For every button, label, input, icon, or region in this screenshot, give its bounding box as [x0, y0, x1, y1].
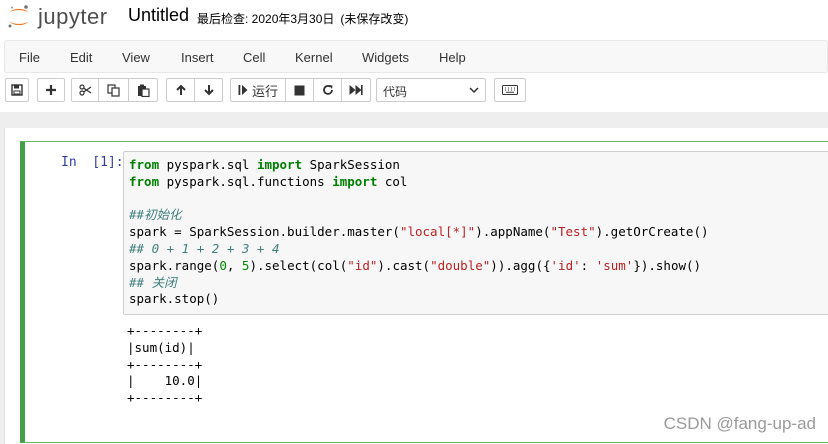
arrow-down-icon: [203, 85, 214, 96]
code-line: spark.stop(): [129, 291, 220, 307]
keyboard-icon: [502, 85, 518, 95]
restart-button[interactable]: [314, 78, 342, 102]
save-button[interactable]: [5, 78, 29, 102]
watermark: CSDN @fang-up-ad: [663, 414, 816, 433]
move-down-button[interactable]: [195, 78, 223, 102]
plus-icon: [46, 85, 56, 95]
code-line: ## 0 + 1 + 2 + 3 + 4: [129, 240, 280, 256]
code-line: spark = SparkSession.builder.master("loc…: [129, 224, 709, 240]
menu-kernel[interactable]: Kernel: [295, 50, 333, 65]
save-icon: [11, 84, 23, 96]
stop-icon: [294, 85, 305, 95]
save-status: (未保存改变): [340, 12, 409, 26]
code-line: ##初始化: [129, 207, 182, 223]
code-text[interactable]: from pyspark.sql import SparkSession from…: [129, 157, 709, 308]
checkpoint-status: 最后检查: 2020年3月30日 (未保存改变): [197, 10, 408, 27]
output-line: +--------+: [127, 323, 203, 338]
cell-type-select[interactable]: 代码: [376, 78, 486, 102]
restart-run-all-button[interactable]: [342, 78, 371, 102]
input-prompt: In [1]:: [61, 155, 124, 170]
arrow-up-icon: [175, 84, 186, 95]
cell-type-value: 代码: [383, 85, 408, 99]
menu-widgets[interactable]: Widgets: [362, 50, 409, 65]
cut-button[interactable]: [71, 78, 99, 102]
menubar: File Edit View Insert Cell Kernel Widget…: [4, 40, 828, 73]
menu-help[interactable]: Help: [439, 50, 466, 65]
code-cell[interactable]: In [1]: from pyspark.sql import SparkSes…: [20, 141, 828, 443]
code-line: from pyspark.sql.functions import col: [129, 173, 408, 189]
output-line: +--------+: [127, 356, 203, 372]
step-forward-icon: [238, 85, 248, 95]
restart-icon: [322, 85, 333, 95]
run-label: 运行: [251, 83, 278, 99]
code-line: from pyspark.sql import SparkSession: [129, 157, 400, 172]
move-up-button[interactable]: [166, 78, 195, 102]
run-button[interactable]: 运行: [230, 78, 286, 102]
insert-cell-button[interactable]: [37, 78, 65, 102]
header: jupyter Untitled 最后检查: 2020年3月30日 (未保存改变): [0, 0, 828, 36]
notebook-container: In [1]: from pyspark.sql import SparkSes…: [0, 112, 828, 444]
menu-insert[interactable]: Insert: [181, 50, 214, 65]
cut-icon: [78, 84, 91, 96]
code-editor[interactable]: from pyspark.sql import SparkSession from…: [123, 151, 828, 315]
paste-button[interactable]: [129, 78, 158, 102]
menu-view[interactable]: View: [122, 50, 150, 65]
menu-cell[interactable]: Cell: [243, 50, 265, 65]
jupyter-logo-icon[interactable]: [6, 4, 32, 30]
menu-file[interactable]: File: [19, 50, 40, 65]
notebook-title[interactable]: Untitled: [128, 5, 189, 26]
checkpoint-label: 最后检查: 2020年3月30日: [197, 12, 335, 26]
fast-forward-icon: [349, 85, 363, 95]
interrupt-button[interactable]: [286, 78, 314, 102]
paste-icon: [137, 84, 150, 97]
output-line: +--------+: [127, 390, 203, 406]
command-palette-button[interactable]: [494, 78, 526, 102]
chevron-down-icon: [469, 87, 479, 94]
code-line: ## 关闭: [129, 274, 177, 290]
menu-edit[interactable]: Edit: [70, 50, 92, 65]
output-line: | 10.0|: [127, 373, 203, 389]
cell-output: +--------+ |sum(id)| +--------+ | 10.0| +---…: [127, 323, 202, 407]
output-line: |sum(id)|: [127, 339, 195, 355]
jupyter-logo-text[interactable]: jupyter: [38, 4, 108, 30]
code-line: spark.range(0, 5).select(col("id").cast(…: [129, 257, 702, 273]
copy-icon: [107, 83, 120, 97]
copy-button[interactable]: [99, 78, 129, 102]
notebook-page: In [1]: from pyspark.sql import SparkSes…: [4, 128, 828, 444]
